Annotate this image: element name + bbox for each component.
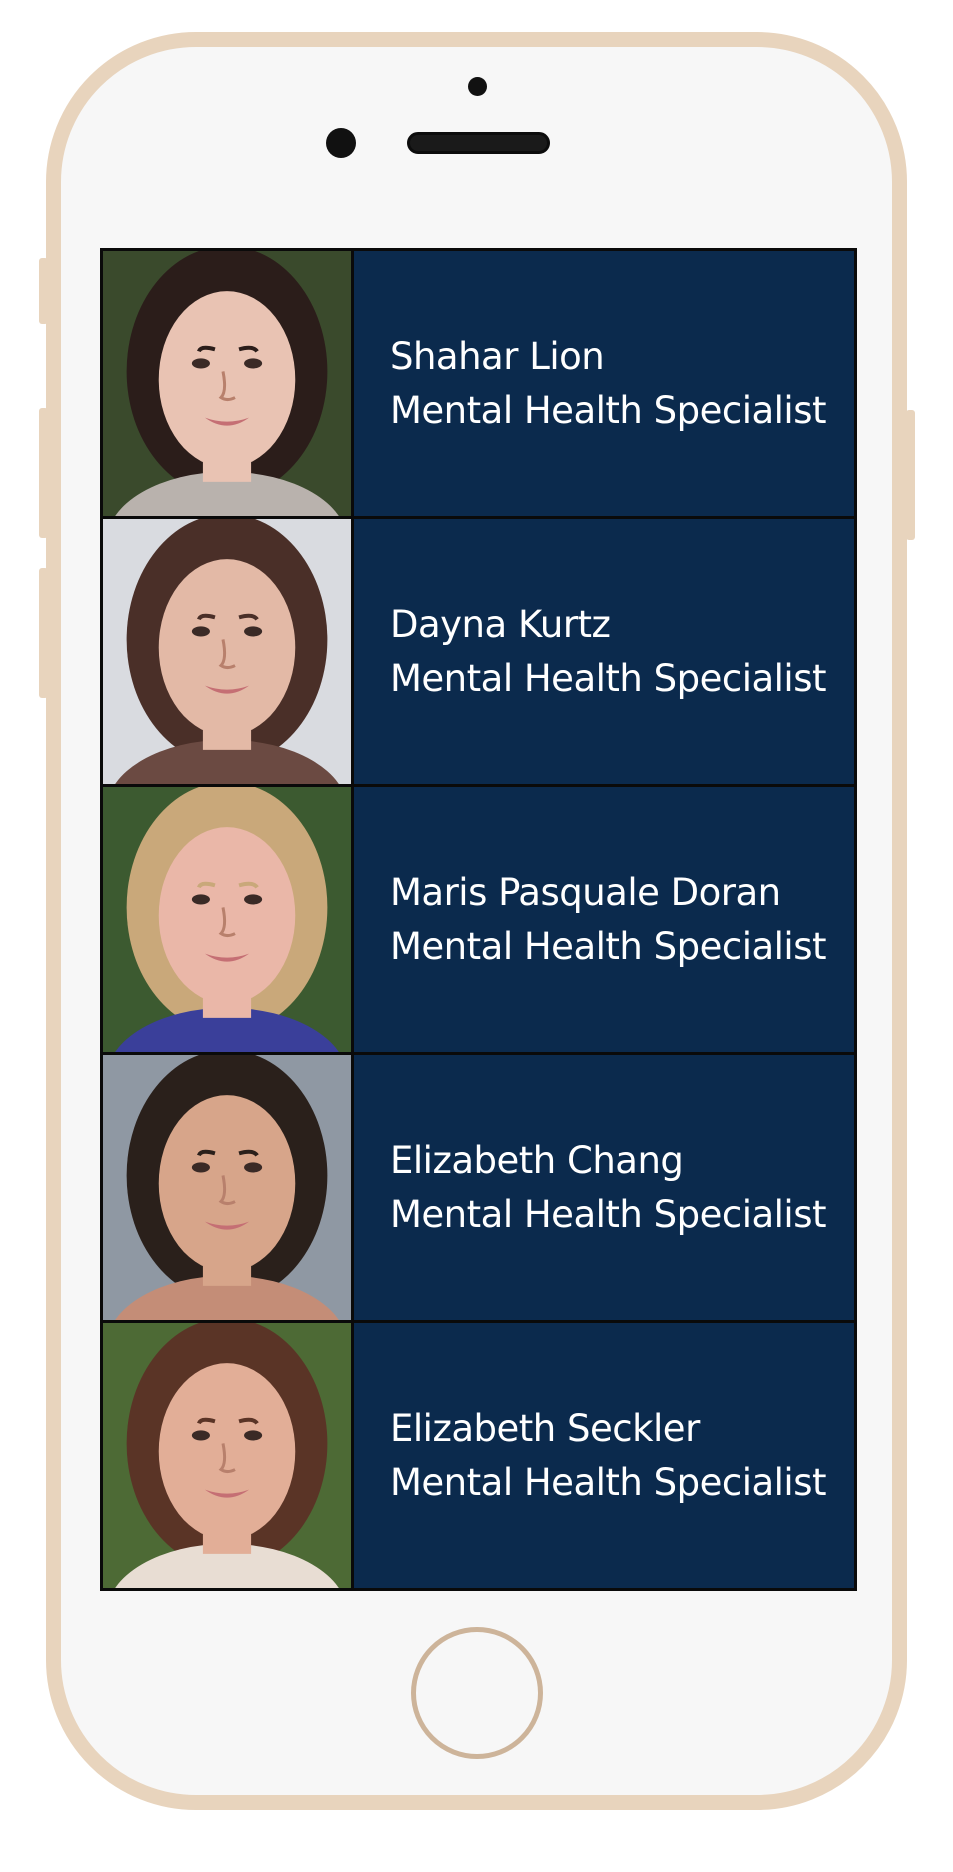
specialist-list: Shahar Lion Mental Health Specialist Day… xyxy=(100,248,857,1591)
earpiece-speaker xyxy=(407,132,550,154)
left-eye xyxy=(191,626,210,637)
avatar xyxy=(103,519,351,784)
portrait-image xyxy=(103,787,351,1052)
left-eye xyxy=(191,358,210,369)
list-item[interactable]: Elizabeth Chang Mental Health Specialist xyxy=(103,1055,854,1320)
specialist-name: Dayna Kurtz xyxy=(390,602,611,646)
specialist-info: Elizabeth Chang Mental Health Specialist xyxy=(354,1055,854,1320)
specialist-name: Elizabeth Seckler xyxy=(390,1406,700,1450)
power-button xyxy=(906,410,915,540)
right-eye xyxy=(244,1430,263,1441)
left-eye xyxy=(191,1430,210,1441)
face xyxy=(158,1095,296,1272)
portrait-image xyxy=(103,251,351,516)
home-button[interactable] xyxy=(411,1627,543,1759)
specialist-name: Elizabeth Chang xyxy=(390,1138,684,1182)
phone-mockup: Shahar Lion Mental Health Specialist Day… xyxy=(0,0,953,1872)
face xyxy=(158,291,296,468)
portrait-image xyxy=(103,519,351,784)
list-item[interactable]: Elizabeth Seckler Mental Health Speciali… xyxy=(103,1323,854,1588)
right-eye xyxy=(244,626,263,637)
specialist-info: Maris Pasquale Doran Mental Health Speci… xyxy=(354,787,854,1052)
specialist-title: Mental Health Specialist xyxy=(390,1460,827,1504)
avatar xyxy=(103,251,351,516)
list-item[interactable]: Dayna Kurtz Mental Health Specialist xyxy=(103,519,854,784)
specialist-info: Elizabeth Seckler Mental Health Speciali… xyxy=(354,1323,854,1588)
specialist-name: Shahar Lion xyxy=(390,334,605,378)
specialist-title: Mental Health Specialist xyxy=(390,924,827,968)
specialist-title: Mental Health Specialist xyxy=(390,388,827,432)
avatar xyxy=(103,787,351,1052)
face xyxy=(158,827,296,1004)
left-eye xyxy=(191,1162,210,1173)
list-item[interactable]: Shahar Lion Mental Health Specialist xyxy=(103,251,854,516)
right-eye xyxy=(244,358,263,369)
left-eye xyxy=(191,894,210,905)
portrait-image xyxy=(103,1055,351,1320)
list-item[interactable]: Maris Pasquale Doran Mental Health Speci… xyxy=(103,787,854,1052)
specialist-title: Mental Health Specialist xyxy=(390,1192,827,1236)
specialist-info: Shahar Lion Mental Health Specialist xyxy=(354,251,854,516)
right-eye xyxy=(244,894,263,905)
specialist-info: Dayna Kurtz Mental Health Specialist xyxy=(354,519,854,784)
face xyxy=(158,1363,296,1540)
specialist-title: Mental Health Specialist xyxy=(390,656,827,700)
avatar xyxy=(103,1055,351,1320)
specialist-name: Maris Pasquale Doran xyxy=(390,870,781,914)
face xyxy=(158,559,296,736)
avatar xyxy=(103,1323,351,1588)
front-camera xyxy=(326,128,356,158)
right-eye xyxy=(244,1162,263,1173)
portrait-image xyxy=(103,1323,351,1588)
proximity-sensor xyxy=(468,77,487,96)
